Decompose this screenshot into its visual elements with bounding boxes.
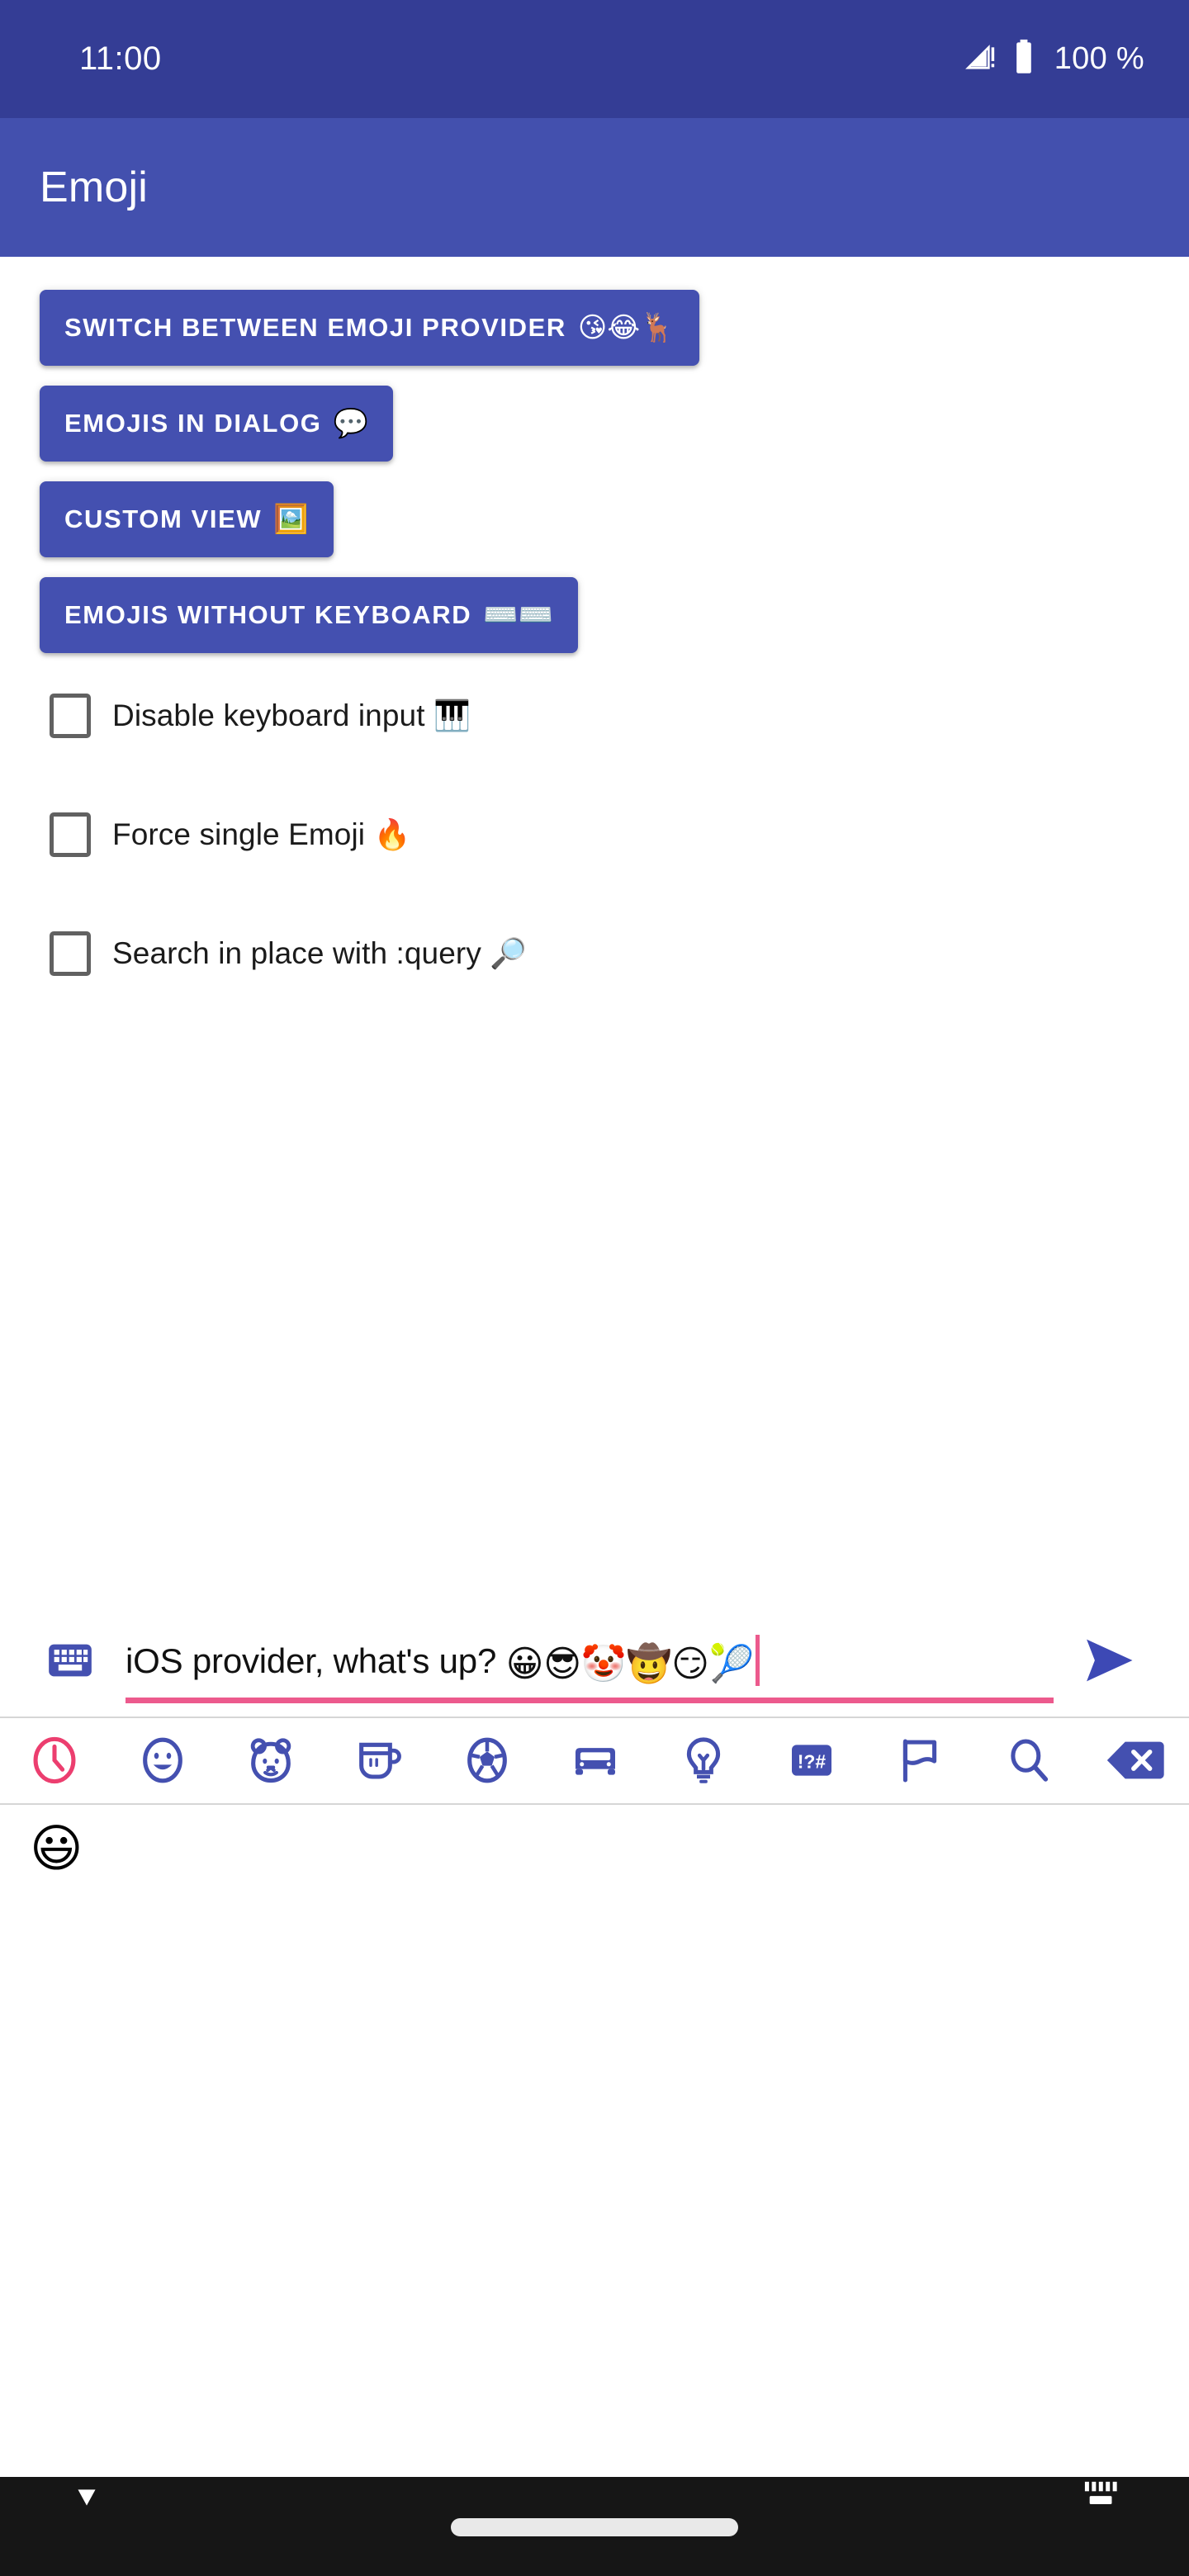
home-gesture-pill[interactable] [451,2518,738,2536]
tab-backspace[interactable] [1082,1718,1189,1803]
emojis-without-keyboard-label: EMOJIS WITHOUT KEYBOARD [64,600,472,629]
button-row-emojis-dialog: EMOJIS IN DIALOG 💬 [40,386,1149,462]
tab-animals[interactable] [216,1718,324,1803]
message-input-bar: iOS provider, what's up? 😀😎🤡🤠😏🎾 [0,1604,1189,1717]
checkbox-group: Disable keyboard input 🎹 Force single Em… [40,686,1149,983]
message-input-emoji-text: 😀😎🤡🤠😏🎾 [505,1643,755,1685]
message-input-field[interactable]: iOS provider, what's up? 😀😎🤡🤠😏🎾 [126,1617,1054,1703]
system-navigation-bar [0,2477,1189,2576]
tab-activity[interactable] [433,1718,541,1803]
battery-full-icon [1013,39,1035,79]
signal-no-sim-icon [964,40,998,78]
search-in-place-text: Search in place with :query [112,936,481,970]
magnifier-icon: 🔎 [490,937,528,971]
button-row-custom-view: CUSTOM VIEW 🖼️ [40,481,1149,557]
force-single-emoji-checkbox[interactable]: Force single Emoji 🔥 [40,805,1149,864]
tab-smileys[interactable] [108,1718,216,1803]
tab-objects[interactable] [649,1718,757,1803]
force-single-text: Force single Emoji [112,817,366,851]
keyboard-switch-icon[interactable] [1065,2477,1139,2576]
tab-flags[interactable] [865,1718,973,1803]
tab-search[interactable] [973,1718,1082,1803]
button-row-switch-provider: SWITCH BETWEEN EMOJI PROVIDER 😘😂🦌 [40,290,1149,366]
disable-keyboard-input-checkbox[interactable]: Disable keyboard input 🎹 [40,686,1149,746]
main-content: SWITCH BETWEEN EMOJI PROVIDER 😘😂🦌 EMOJIS … [0,257,1189,1605]
tab-travel[interactable] [541,1718,649,1803]
switch-emoji-provider-button[interactable]: SWITCH BETWEEN EMOJI PROVIDER 😘😂🦌 [40,290,700,366]
checkbox-label-search-in-place: Search in place with :query 🔎 [112,936,527,971]
emojis-without-keyboard-button[interactable]: EMOJIS WITHOUT KEYBOARD ⌨️⌨️ [40,577,578,653]
checkbox-label-force-single: Force single Emoji 🔥 [112,817,410,852]
fire-icon: 🔥 [373,818,411,852]
svg-text:!?#: !?# [797,1751,826,1773]
button-row-without-keyboard: EMOJIS WITHOUT KEYBOARD ⌨️⌨️ [40,577,1149,653]
emoji-category-tabs: !?# [0,1716,1189,1805]
status-indicators: 100 % [964,39,1144,79]
disable-keyboard-text: Disable keyboard input [112,698,425,732]
status-bar: 11:00 100 % [0,0,1189,118]
switch-emoji-provider-emoji: 😘😂🦌 [577,311,675,344]
tab-food[interactable] [324,1718,433,1803]
message-input-value: iOS provider, what's up? 😀😎🤡🤠😏🎾 [126,1635,760,1686]
text-caret [756,1635,760,1686]
switch-emoji-provider-label: SWITCH BETWEEN EMOJI PROVIDER [64,313,566,342]
custom-view-emoji: 🖼️ [273,503,309,536]
tab-recent[interactable] [0,1718,108,1803]
emojis-in-dialog-label: EMOJIS IN DIALOG [64,409,322,438]
custom-view-label: CUSTOM VIEW [64,504,263,533]
emojis-in-dialog-emoji: 💬 [333,407,368,440]
send-icon[interactable] [1073,1625,1144,1696]
message-input-plain-text: iOS provider, what's up? [126,1641,506,1680]
checkbox-label-disable-keyboard: Disable keyboard input 🎹 [112,698,471,733]
keyboard-icon[interactable] [43,1633,97,1688]
search-in-place-checkbox[interactable]: Search in place with :query 🔎 [40,924,1149,983]
battery-percent-label: 100 % [1054,41,1144,76]
checkbox-box-force-single[interactable] [50,812,91,857]
input-underline [126,1698,1054,1703]
tab-symbols[interactable]: !?# [757,1718,865,1803]
emojis-without-keyboard-emoji: ⌨️⌨️ [483,599,553,632]
emojis-in-dialog-button[interactable]: EMOJIS IN DIALOG 💬 [40,386,393,462]
emoji-cell[interactable]: 😃 [18,1822,117,1915]
emoji-grid-recent: 😃 [0,1804,1189,2477]
piano-icon: 🎹 [433,699,471,733]
phone-screen: 11:00 100 % Emoji SWITCH BETWEEN EMOJI P… [0,0,1189,2576]
custom-view-button[interactable]: CUSTOM VIEW 🖼️ [40,481,334,557]
chevron-down-icon[interactable] [50,2477,124,2576]
checkbox-box-search-in-place[interactable] [50,931,91,976]
app-bar: Emoji [0,118,1189,257]
checkbox-box-disable-keyboard[interactable] [50,694,91,738]
status-time: 11:00 [79,40,162,77]
page-title: Emoji [40,163,149,211]
